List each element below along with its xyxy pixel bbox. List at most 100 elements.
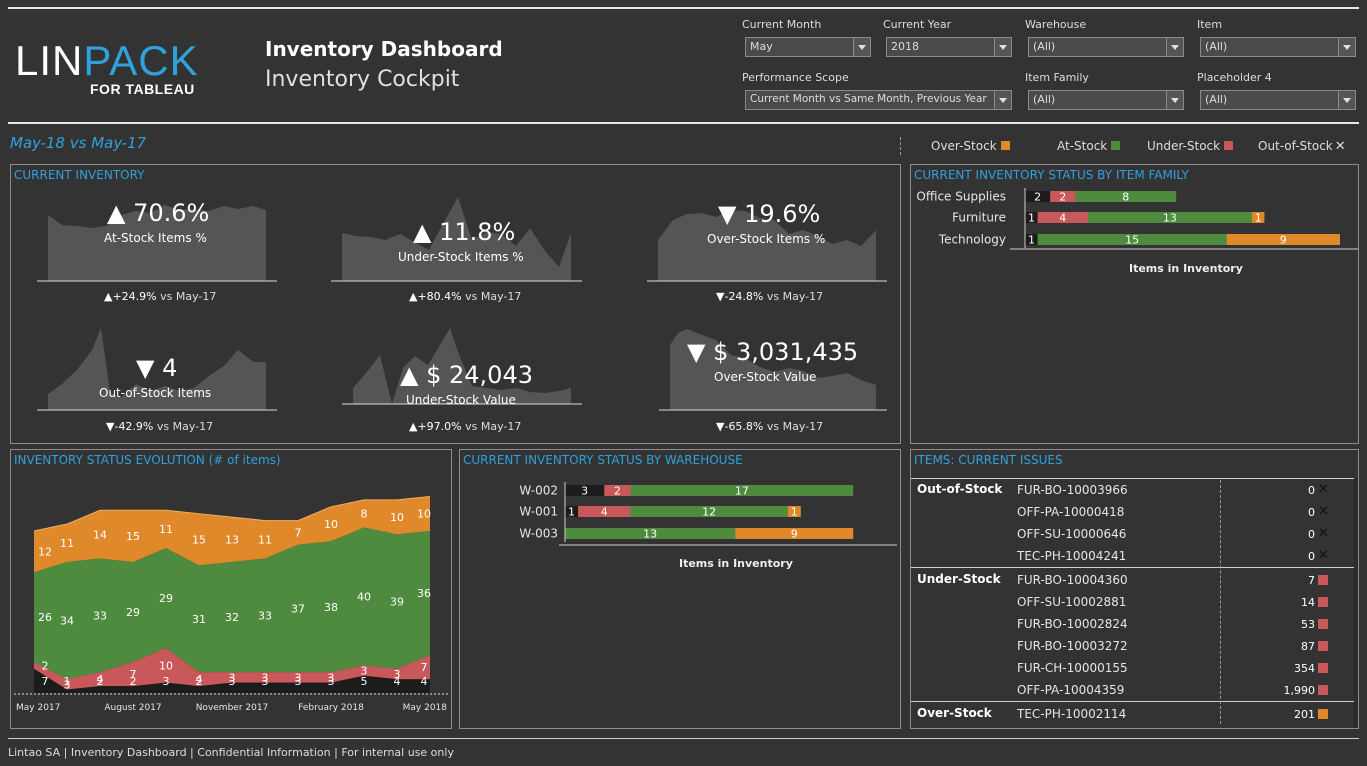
kpi-out-of-stock-compare: ▼-42.9% vs May-17 — [106, 420, 214, 433]
evolution-value-label: 29 — [159, 592, 173, 605]
issue-item-value: 201 — [1294, 708, 1315, 721]
evolution-value-label: 29 — [126, 606, 140, 619]
evolution-value-label: 10 — [417, 508, 431, 521]
kpi-under-stock-value-amount: ▲ $ 24,043 — [400, 361, 533, 389]
under-stock-swatch-icon — [1318, 619, 1328, 629]
issue-category: Out-of-Stock — [917, 482, 1003, 496]
by-warehouse-axis-label: Items in Inventory — [679, 557, 793, 570]
evolution-x-tick: February 2018 — [298, 703, 364, 713]
kpi-over-stock-compare: ▼-24.8% vs May-17 — [716, 290, 824, 303]
issues-panel: ITEMS: CURRENT ISSUES Out-of-Stock FUR-BO… — [910, 449, 1359, 729]
kpi-out-of-stock-value: ▼ 4 — [136, 354, 178, 382]
warehouse-bar-value: 1 — [791, 506, 798, 519]
issue-item-value: 0 — [1308, 484, 1315, 497]
issue-category: Under-Stock — [917, 572, 1001, 586]
evolution-value-label: 3 — [295, 671, 302, 684]
evolution-value-label: 14 — [93, 528, 107, 541]
evolution-value-label: 3 — [262, 671, 269, 684]
issue-item-id[interactable]: FUR-BO-10003272 — [1017, 639, 1128, 653]
evolution-value-label: 34 — [60, 615, 74, 628]
evolution-value-label: 3 — [394, 668, 401, 681]
evolution-value-label: 3 — [163, 675, 170, 688]
warehouse-bar-value: 3 — [581, 485, 588, 498]
evolution-value-label: 32 — [225, 611, 239, 624]
family-bar-value: 2 — [1059, 191, 1066, 204]
evolution-value-label: 12 — [38, 546, 52, 559]
kpi-under-stock-value: ▲ 11.8% — [413, 218, 516, 246]
evolution-value-label: 15 — [192, 534, 206, 547]
family-row-label: Office Supplies — [916, 190, 1006, 204]
kpi-over-stock-value-label: Over-Stock Value — [714, 370, 817, 384]
under-stock-swatch-icon — [1318, 663, 1328, 673]
issue-item-id[interactable]: OFF-SU-10000646 — [1017, 527, 1126, 541]
evolution-value-label: 10 — [324, 518, 338, 531]
family-bar-value: 15 — [1125, 234, 1139, 247]
evolution-value-label: 4 — [97, 673, 104, 686]
issue-item-id[interactable]: OFF-PA-10000418 — [1017, 505, 1124, 519]
evolution-value-label: 13 — [225, 534, 239, 547]
issue-item-id[interactable]: TEC-PH-10002114 — [1017, 707, 1126, 721]
evolution-value-label: 4 — [421, 675, 428, 688]
issue-item-value: 87 — [1301, 640, 1315, 653]
evolution-value-label: 7 — [130, 668, 137, 681]
kpi-over-stock-label: Over-Stock Items % — [707, 232, 826, 246]
evolution-value-label: 39 — [390, 596, 404, 609]
warehouse-bar-value: 12 — [702, 506, 716, 519]
under-stock-swatch-icon — [1318, 685, 1328, 695]
warehouse-row-label: W-002 — [519, 484, 558, 498]
family-bar-value: 4 — [1059, 212, 1066, 225]
family-bar-value: 8 — [1122, 191, 1129, 204]
evolution-value-label: 8 — [361, 508, 368, 521]
kpi-under-stock-compare: ▲+80.4% vs May-17 — [409, 290, 522, 303]
issue-item-value: 1,990 — [1283, 684, 1316, 697]
close-icon: ✕ — [1318, 526, 1329, 541]
issue-category: Over-Stock — [917, 706, 992, 720]
issue-item-value: 7 — [1308, 574, 1315, 587]
issues-header-divider — [911, 478, 1354, 479]
issues-table[interactable]: Out-of-Stock FUR-BO-10003966 0 ✕ OFF-PA-1000… — [911, 478, 1358, 728]
warehouse-bar-value: 2 — [614, 485, 621, 498]
issue-item-id[interactable]: OFF-PA-10004359 — [1017, 683, 1124, 697]
evolution-value-label: 15 — [126, 530, 140, 543]
evolution-value-label: 11 — [159, 523, 173, 536]
issue-item-id[interactable]: FUR-BO-10003966 — [1017, 483, 1128, 497]
evolution-value-label: 3 — [64, 678, 71, 691]
issue-item-value: 354 — [1294, 662, 1315, 675]
issue-item-id[interactable]: TEC-PH-10004241 — [1017, 549, 1126, 563]
evolution-value-label: 3 — [328, 671, 335, 684]
warehouse-row-label: W-001 — [519, 505, 558, 519]
under-stock-swatch-icon — [1318, 597, 1328, 607]
evolution-x-tick: August 2017 — [104, 703, 161, 713]
evolution-value-label: 37 — [291, 603, 305, 616]
issues-scrollbar[interactable] — [1354, 478, 1358, 728]
issue-item-value: 0 — [1308, 506, 1315, 519]
by-warehouse-title: CURRENT INVENTORY STATUS BY WAREHOUSE — [463, 453, 743, 467]
evolution-value-label: 10 — [159, 659, 173, 672]
kpi-over-stock-value-amount: ▼ $ 3,031,435 — [687, 338, 859, 366]
footer-text: Lintao SA | Inventory Dashboard | Confid… — [8, 746, 454, 759]
evolution-value-label: 7 — [42, 675, 49, 688]
kpi-at-stock-value: ▲ 70.6% — [107, 199, 210, 227]
kpi-under-stock-label: Under-Stock Items % — [398, 250, 524, 264]
issue-item-id[interactable]: FUR-BO-10004360 — [1017, 573, 1128, 587]
evolution-value-label: 11 — [258, 534, 272, 547]
evolution-value-label: 38 — [324, 601, 338, 614]
warehouse-row-label: W-003 — [519, 527, 558, 541]
warehouse-bar-value: 17 — [735, 485, 749, 498]
by-family-axis-label: Items in Inventory — [1129, 262, 1243, 275]
issues-column-divider — [1220, 480, 1221, 724]
close-icon: ✕ — [1318, 548, 1329, 563]
issue-item-value: 53 — [1301, 618, 1315, 631]
issue-item-id[interactable]: FUR-BO-10002824 — [1017, 617, 1128, 631]
family-bar-value: 1 — [1028, 212, 1035, 225]
issue-item-id[interactable]: FUR-CH-10000155 — [1017, 661, 1128, 675]
by-family-chart: Office Supplies 2 2 8 Furniture 1 4 13 1 Technolo… — [916, 188, 1358, 250]
evolution-x-tick: November 2017 — [196, 703, 269, 713]
issue-item-id[interactable]: OFF-SU-10002881 — [1017, 595, 1126, 609]
evolution-value-label: 40 — [357, 590, 371, 603]
under-stock-swatch-icon — [1318, 641, 1328, 651]
warehouse-bar-value: 4 — [601, 506, 608, 519]
evolution-value-label: 36 — [417, 587, 431, 600]
close-icon: ✕ — [1318, 504, 1329, 519]
family-bar-value: 2 — [1034, 191, 1041, 204]
